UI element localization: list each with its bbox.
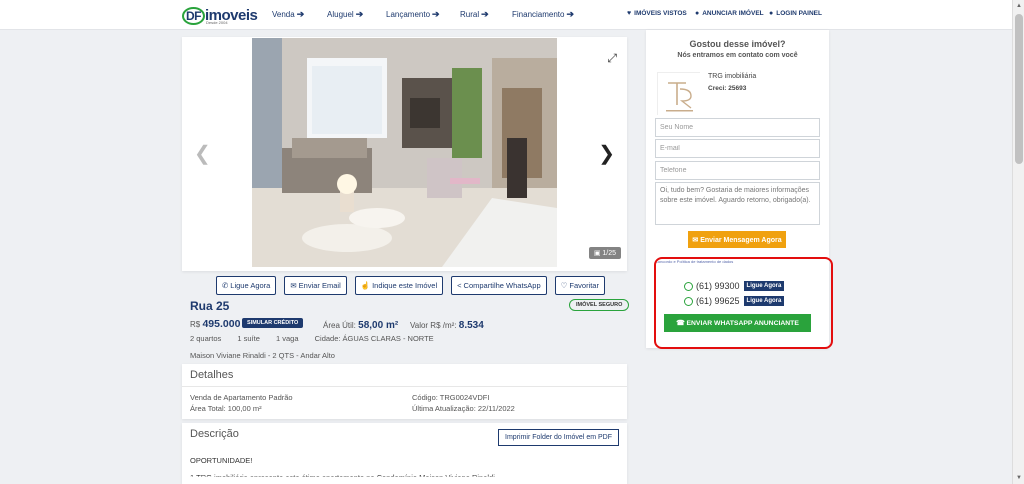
nav-lancamento[interactable]: Lançamento ➔	[386, 9, 440, 20]
bedrooms: 2 quartos	[190, 334, 222, 343]
description-panel: Descrição Imprimir Folder do Imóvel em P…	[182, 423, 627, 484]
nav-advertise[interactable]: ● ANUNCIAR IMÓVEL	[695, 10, 764, 17]
price-per-m2: Valor R$ /m²: 8.534	[410, 320, 484, 331]
agency-name: TRG imobiliária	[708, 73, 757, 80]
arrow-icon: ➔	[432, 9, 440, 19]
send-message-button[interactable]: ✉ Enviar Mensagem Agora	[688, 231, 786, 248]
agency-creci: Creci: 25693	[708, 85, 747, 92]
call-now-button[interactable]: ✆ Ligue Agora	[216, 276, 277, 295]
currency: R$	[190, 320, 201, 329]
trg-logo-icon	[658, 73, 701, 116]
contact-title: Gostou desse imóvel?	[689, 39, 786, 49]
safe-property-badge[interactable]: IMÓVEL SEGURO	[569, 299, 630, 311]
photo-counter: ▣ 1/25	[588, 247, 621, 259]
arrow-icon: ➔	[355, 9, 364, 19]
arrow-icon: ➔	[481, 9, 489, 19]
nav-financiamento[interactable]: Financiamento ➔	[512, 9, 574, 20]
parking: 1 vaga	[275, 334, 299, 343]
property-title: Rua 25	[190, 299, 230, 313]
nav-viewed-properties[interactable]: ♥ IMÓVEIS VISTOS	[627, 10, 687, 17]
photo-gallery: ❮ ⤢ ❯ ▣ 1/25	[182, 37, 627, 271]
indicate-property-button[interactable]: ☝ Indique este Imóvel	[354, 276, 444, 295]
nav-aluguel[interactable]: Aluguel ➔	[327, 9, 363, 20]
message-textarea[interactable]: Oi, tudo bem? Gostaria de maiores inform…	[655, 182, 820, 225]
agency-logo[interactable]	[657, 72, 701, 116]
arrow-icon: ➔	[566, 9, 575, 19]
thumbs-up-icon: ☝	[360, 281, 371, 290]
price-value: 495.000	[202, 318, 241, 330]
nav-login[interactable]: ● LOGIN PAINEL	[769, 10, 822, 17]
description-text-continued: 1 TRG imobiliária apresenta este ótimo a…	[190, 473, 495, 482]
property-photo[interactable]	[252, 38, 557, 267]
site-logo[interactable]: DF imoveis Desde 2004	[182, 3, 258, 27]
expand-icon[interactable]: ⤢	[607, 51, 617, 66]
chevron-right-icon[interactable]: ❯	[598, 141, 615, 166]
description-text: OPORTUNIDADE!	[190, 456, 253, 465]
send-email-button[interactable]: ✉ Enviar Email	[284, 276, 347, 295]
action-buttons: ✆ Ligue Agora ✉ Enviar Email ☝ Indique este…	[216, 276, 605, 295]
share-whatsapp-button[interactable]: < Compartilhe WhatsApp	[451, 276, 547, 295]
name-input[interactable]	[655, 118, 820, 137]
useful-area: Área Útil: 58,00 m²	[323, 320, 399, 331]
property-subtitle: Maison Viviane Rinaldi - 2 QTS - Andar A…	[190, 351, 335, 360]
share-icon: <	[457, 281, 462, 290]
heart-icon: ♥	[627, 10, 632, 17]
top-navigation: DF imoveis Desde 2004 Venda ➔ Aluguel ➔ Lan…	[0, 0, 1012, 30]
logo-tagline: Desde 2004	[206, 20, 228, 25]
property-code: Código: TRG0024VDFI	[412, 393, 490, 402]
user-icon: ●	[769, 10, 774, 17]
price-row: R$ 495.000 SIMULAR CRÉDITO Área Útil: 58…	[190, 318, 630, 332]
details-heading: Detalhes	[182, 364, 627, 387]
contact-subtitle: Nós entramos em contato com você	[677, 52, 798, 59]
page-scrollbar[interactable]: ▲ ▼	[1012, 0, 1024, 484]
email-input[interactable]	[655, 139, 820, 158]
scroll-thumb[interactable]	[1015, 14, 1023, 164]
user-icon: ●	[695, 10, 700, 17]
property-type: Venda de Apartamento Padrão	[190, 393, 293, 402]
chevron-left-icon[interactable]: ❮	[194, 141, 211, 166]
nav-venda[interactable]: Venda ➔	[272, 9, 304, 20]
print-pdf-button[interactable]: Imprimir Folder do Imóvel em PDF	[498, 429, 619, 446]
property-features: 2 quartos 1 suíte 1 vaga Cidade: ÁGUAS C…	[190, 334, 448, 343]
favorite-button[interactable]: ♡ Favoritar	[554, 276, 605, 295]
nav-rural[interactable]: Rural ➔	[460, 9, 489, 20]
details-panel: Detalhes Venda de Apartamento Padrão Áre…	[182, 364, 627, 419]
phone-icon: ✆	[222, 281, 229, 290]
last-update: Última Atualização: 22/11/2022	[412, 404, 515, 413]
city: Cidade: ÁGUAS CLARAS - NORTE	[314, 334, 434, 343]
arrow-icon: ➔	[296, 9, 305, 19]
total-area: Área Total: 100,00 m²	[190, 404, 262, 413]
living-room-image	[252, 38, 557, 267]
suites: 1 suíte	[237, 334, 260, 343]
scroll-up-icon[interactable]: ▲	[1013, 0, 1024, 12]
simulate-credit-button[interactable]: SIMULAR CRÉDITO	[242, 318, 304, 328]
highlight-box	[654, 257, 833, 349]
scroll-down-icon[interactable]: ▼	[1013, 472, 1024, 484]
phone-input[interactable]	[655, 161, 820, 180]
heart-outline-icon: ♡	[560, 281, 568, 290]
envelope-icon: ✉	[290, 281, 297, 290]
